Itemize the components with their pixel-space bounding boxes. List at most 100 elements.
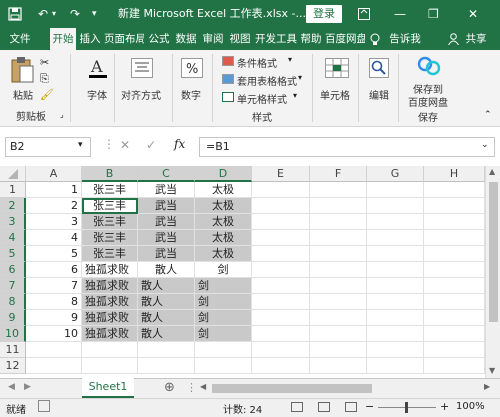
grid-cell[interactable]	[367, 342, 424, 358]
percent-icon[interactable]: %	[181, 58, 203, 81]
hscroll-right-icon[interactable]: ▶	[484, 382, 490, 391]
cut-icon[interactable]: ✂	[40, 56, 49, 69]
scroll-thumb[interactable]	[489, 182, 498, 322]
grid-cell[interactable]: 独孤求败	[82, 278, 138, 294]
next-sheet-icon[interactable]: ▶	[24, 382, 31, 392]
grid-cell[interactable]	[82, 358, 138, 374]
grid-cell[interactable]: 散人	[138, 278, 195, 294]
grid-cell[interactable]	[367, 182, 424, 198]
grid-cell[interactable]: 散人	[138, 310, 195, 326]
grid-cell[interactable]	[310, 294, 367, 310]
grid-cell[interactable]: 散人	[138, 262, 195, 278]
grid-cell[interactable]	[367, 294, 424, 310]
undo-icon[interactable]: ↶	[38, 0, 48, 28]
hscroll-thumb[interactable]	[212, 384, 372, 393]
grid-cell[interactable]: 剑	[195, 310, 252, 326]
row-header[interactable]: 1	[0, 182, 26, 198]
tab-help[interactable]: 帮助	[298, 28, 324, 50]
grid-cell[interactable]	[310, 198, 367, 214]
save-icon[interactable]	[8, 0, 22, 31]
number-label[interactable]: 数字	[181, 87, 201, 102]
add-sheet-icon[interactable]: ⊕	[164, 380, 175, 395]
ribbon-display-icon[interactable]	[358, 0, 370, 30]
grid-cell[interactable]	[367, 214, 424, 230]
worksheet-grid[interactable]: A B C D E F G H 1 1 张三丰 武当 太极 2 2 张三丰 武当 太极 3 3 张三丰武…	[0, 166, 485, 378]
grid-cell[interactable]: 6	[26, 262, 82, 278]
select-all-corner[interactable]	[0, 166, 26, 182]
lightbulb-icon[interactable]	[368, 28, 382, 50]
grid-cell[interactable]: 张三丰	[82, 230, 138, 246]
row-header[interactable]: 5	[0, 246, 26, 262]
grid-cell[interactable]	[252, 230, 310, 246]
grid-cell[interactable]	[252, 262, 310, 278]
row-header[interactable]: 8	[0, 294, 26, 310]
grid-cell[interactable]: 张三丰	[82, 214, 138, 230]
grid-cell[interactable]	[424, 230, 485, 246]
grid-cell[interactable]	[424, 214, 485, 230]
formula-input[interactable]: =B1	[199, 137, 495, 157]
zoom-out-button[interactable]: −	[365, 400, 374, 413]
grid-cell[interactable]: 2	[26, 198, 82, 214]
grid-cell[interactable]	[367, 246, 424, 262]
grid-cell[interactable]	[252, 214, 310, 230]
page-layout-view-icon[interactable]	[318, 402, 330, 412]
clipboard-launcher-icon[interactable]: ⌟	[60, 110, 64, 119]
grid-cell[interactable]	[310, 278, 367, 294]
scroll-up-icon[interactable]: ▲	[489, 167, 495, 176]
close-button[interactable]: ✕	[468, 0, 478, 28]
grid-cell[interactable]: 武当	[138, 230, 195, 246]
grid-cell[interactable]: 剑	[195, 326, 252, 342]
format-painter-icon[interactable]: 🖌	[40, 88, 54, 101]
grid-cell[interactable]	[367, 310, 424, 326]
grid-cell[interactable]: 剑	[195, 262, 252, 278]
column-header[interactable]: E	[252, 166, 310, 182]
column-header[interactable]: C	[138, 166, 195, 182]
grid-cell[interactable]	[310, 230, 367, 246]
grid-cell[interactable]	[26, 358, 82, 374]
row-header[interactable]: 7	[0, 278, 26, 294]
grid-cell[interactable]: 独孤求败	[82, 294, 138, 310]
column-header[interactable]: F	[310, 166, 367, 182]
grid-cell[interactable]: 张三丰	[82, 182, 138, 198]
grid-cell[interactable]	[138, 342, 195, 358]
conditional-format-button[interactable]: 条件格式	[237, 55, 277, 70]
column-header[interactable]: H	[424, 166, 485, 182]
grid-cell[interactable]	[424, 294, 485, 310]
grid-cell[interactable]	[367, 278, 424, 294]
grid-cell[interactable]	[310, 262, 367, 278]
column-header[interactable]: D	[195, 166, 252, 182]
row-header[interactable]: 3	[0, 214, 26, 230]
search-icon[interactable]	[369, 58, 389, 81]
grid-cell[interactable]	[310, 214, 367, 230]
grid-cell[interactable]	[424, 246, 485, 262]
grid-cell[interactable]: 武当	[138, 198, 195, 214]
grid-cell[interactable]	[367, 262, 424, 278]
alignment-label[interactable]: 对齐方式	[121, 87, 161, 102]
cell-style-button[interactable]: 单元格样式	[237, 91, 287, 106]
grid-cell[interactable]	[424, 278, 485, 294]
grid-cell[interactable]	[424, 326, 485, 342]
collapse-ribbon-icon[interactable]: ⌃	[484, 110, 492, 120]
grid-cell[interactable]	[424, 182, 485, 198]
grid-cell[interactable]: 太极	[195, 246, 252, 262]
row-header[interactable]: 6	[0, 262, 26, 278]
prev-sheet-icon[interactable]: ◀	[8, 382, 15, 392]
tab-baidu-netdisk[interactable]: 百度网盘	[325, 28, 365, 50]
grid-cell[interactable]: 3	[26, 214, 82, 230]
grid-cell[interactable]	[252, 198, 310, 214]
expand-formula-icon[interactable]: ⌄	[481, 140, 489, 150]
paste-button[interactable]	[10, 56, 34, 87]
grid-cell[interactable]: 10	[26, 326, 82, 342]
grid-cell[interactable]	[367, 230, 424, 246]
tell-me-search[interactable]: 告诉我	[386, 28, 424, 50]
grid-cell[interactable]: 剑	[195, 278, 252, 294]
hscroll-left-icon[interactable]: ◀	[200, 382, 206, 391]
grid-cell[interactable]: 太极	[195, 198, 252, 214]
tab-formulas[interactable]: 公式	[146, 28, 172, 50]
cells-icon[interactable]	[325, 58, 349, 81]
page-break-view-icon[interactable]	[345, 402, 357, 412]
grid-cell[interactable]: 太极	[195, 214, 252, 230]
grid-cell[interactable]	[252, 294, 310, 310]
login-button[interactable]: 登录	[306, 5, 342, 23]
grid-cell[interactable]: 散人	[138, 294, 195, 310]
